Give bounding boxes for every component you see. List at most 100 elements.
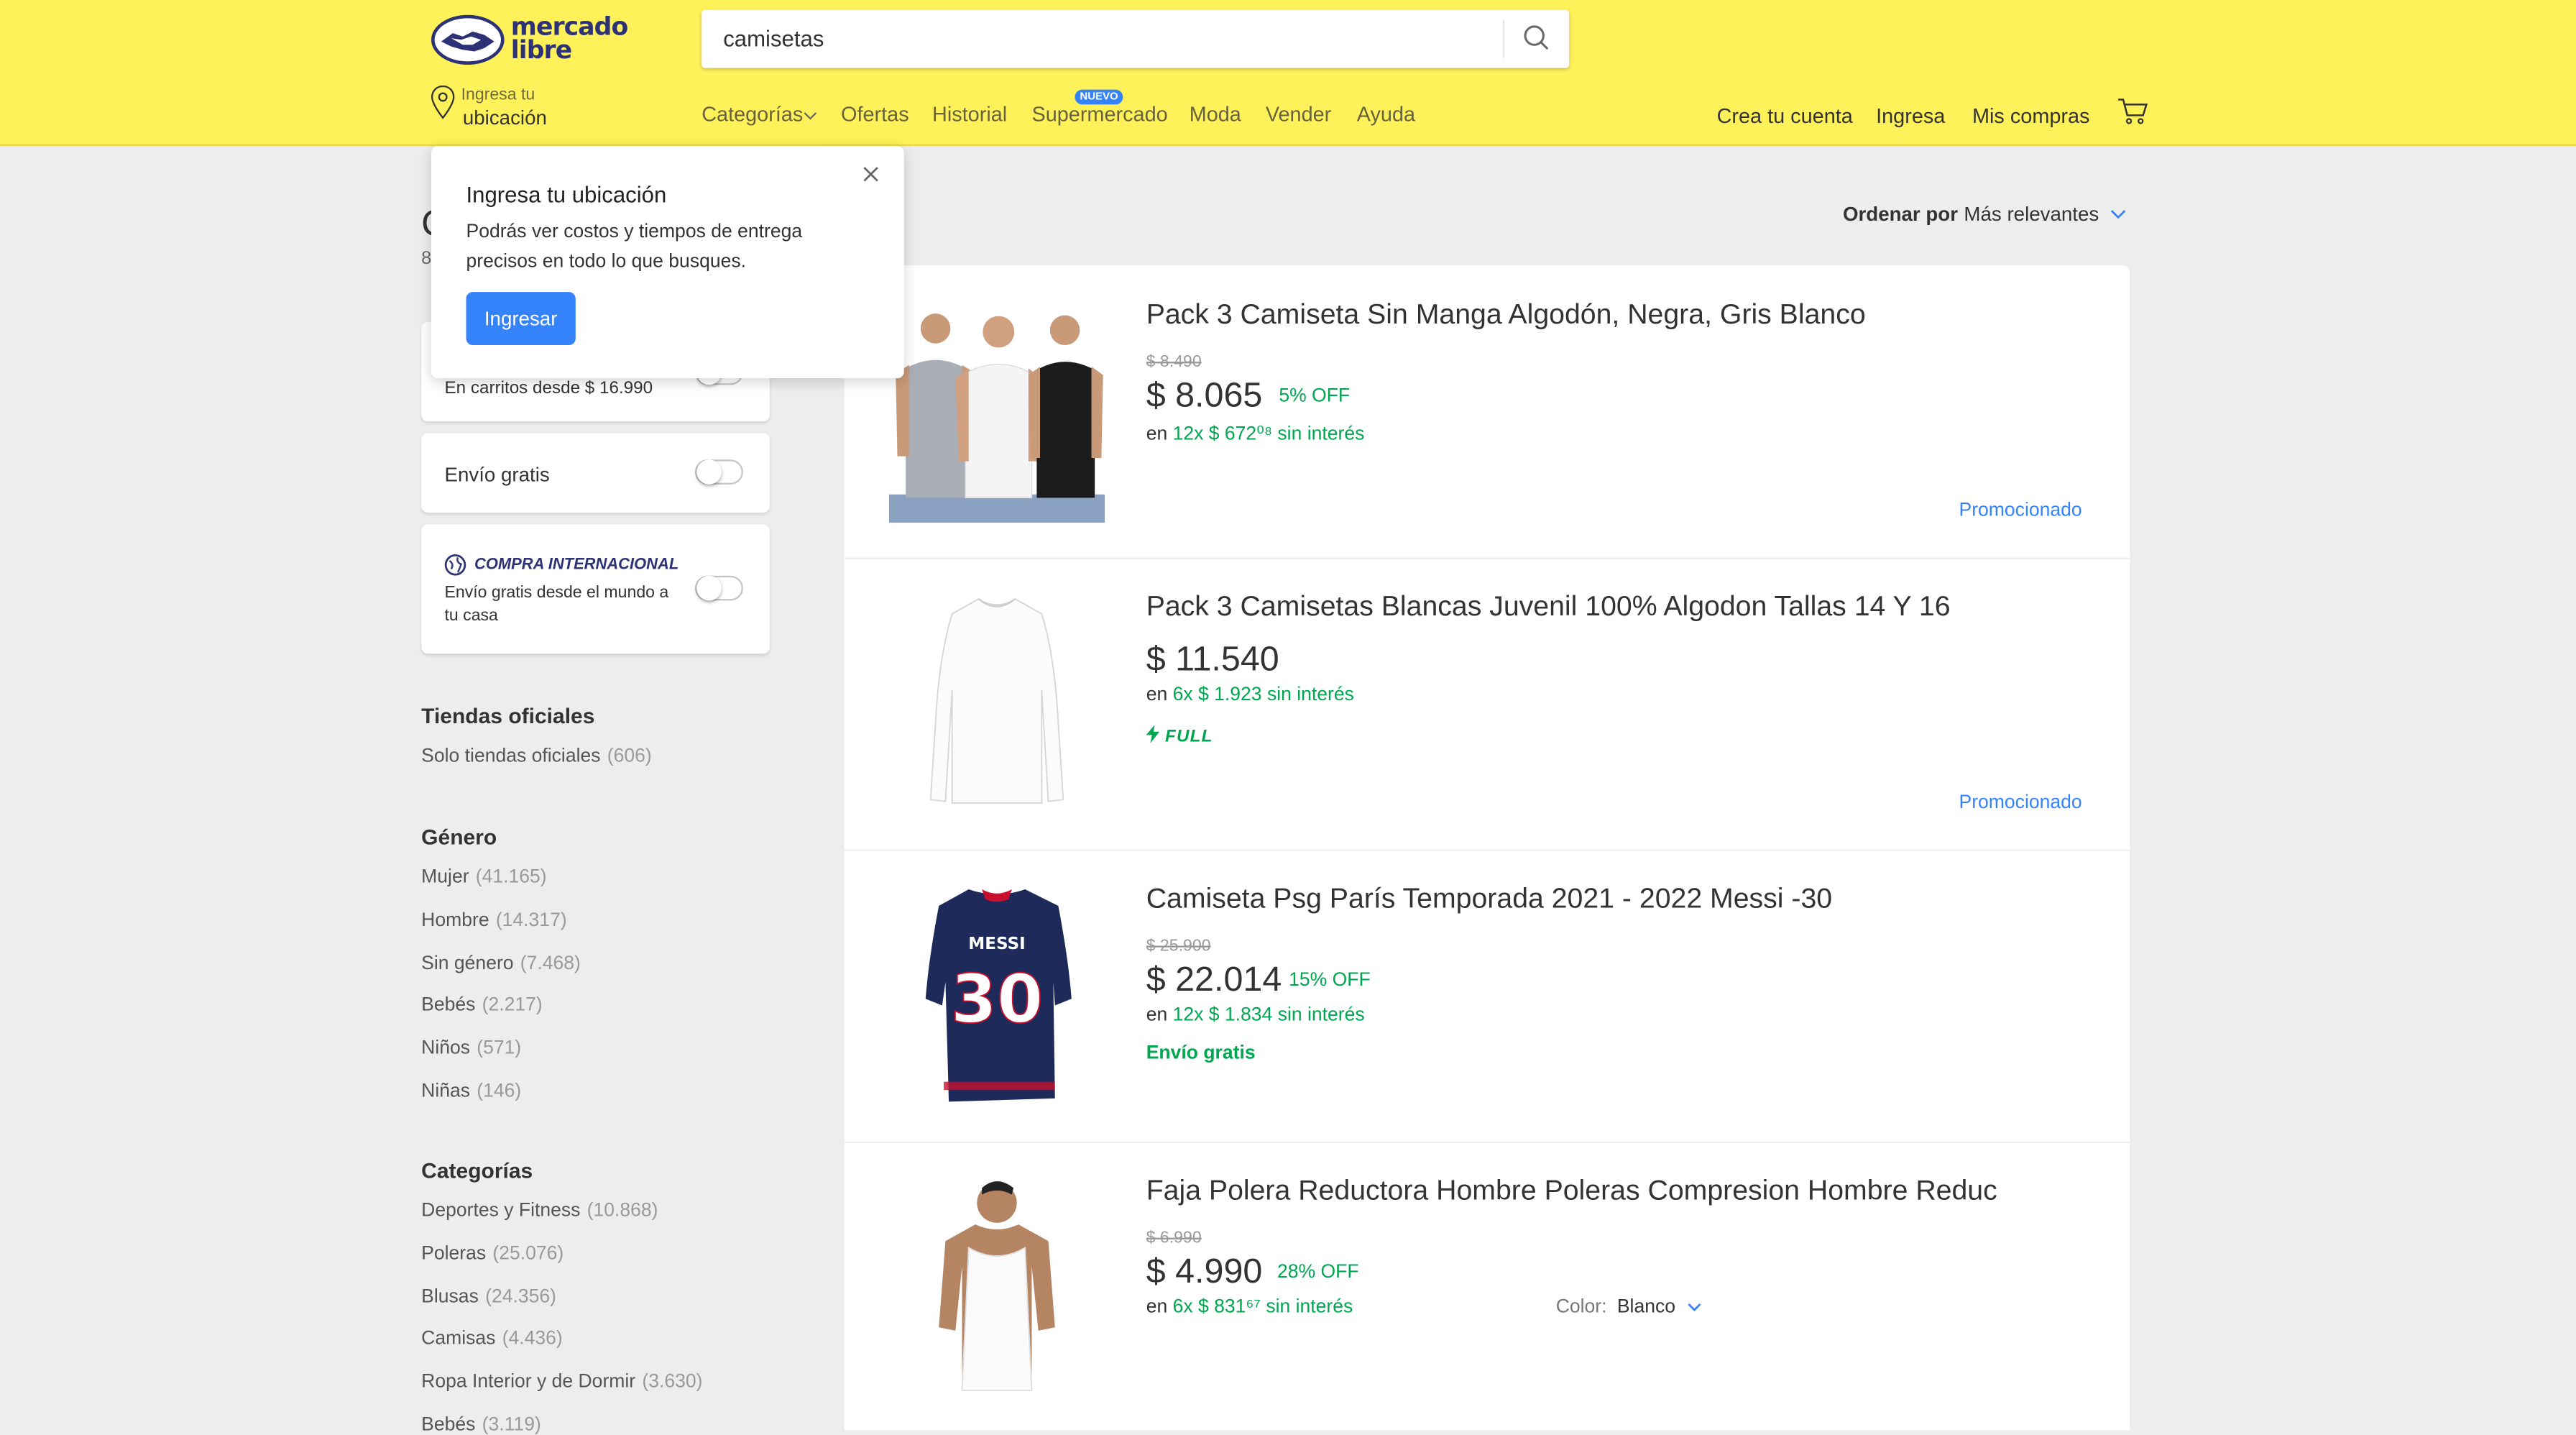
discount-badge: 5% OFF	[1279, 386, 1351, 407]
filter-label: Sin género	[421, 953, 514, 974]
filter-item[interactable]: Niños (571)	[421, 1039, 521, 1059]
promoted-label: Promocionado	[1959, 500, 2082, 521]
list-item[interactable]: Faja Polera Reductora Hombre Poleras Com…	[845, 1142, 2130, 1431]
location-selector[interactable]: Ingresa tu ubicación	[428, 83, 627, 132]
handshake-logo-icon	[431, 14, 505, 65]
old-price: $ 6.990	[1146, 1229, 1202, 1248]
filter-item[interactable]: Bebés (3.119)	[421, 1416, 541, 1435]
filter-item[interactable]: Sin género (7.468)	[421, 954, 581, 974]
filter-item[interactable]: Deportes y Fitness (10.868)	[421, 1201, 658, 1221]
installments-prefix: en	[1146, 1297, 1168, 1318]
my-purchases-link[interactable]: Mis compras	[1972, 104, 2089, 127]
filter-item[interactable]: Blusas (24.356)	[421, 1288, 556, 1308]
filter-count: (571)	[477, 1038, 522, 1059]
old-price: $ 25.900	[1146, 937, 1211, 956]
filter-item[interactable]: Mujer (41.165)	[421, 868, 546, 888]
product-title[interactable]: Pack 3 Camisetas Blancas Juvenil 100% Al…	[1146, 591, 1951, 624]
nav-moda[interactable]: Moda	[1190, 103, 1241, 126]
carritos-text: En carritos desde $ 16.990	[444, 378, 653, 398]
nav-vender[interactable]: Vender	[1266, 103, 1331, 126]
filter-item[interactable]: Camisas (4.436)	[421, 1329, 563, 1349]
product-image[interactable]: MESSI 30	[882, 882, 1112, 1107]
logo-word-2: libre	[510, 35, 572, 65]
installments-value: 12x $ 1.834 sin interés	[1172, 1005, 1365, 1026]
filter-label: Solo tiendas oficiales	[421, 746, 601, 767]
search-input[interactable]	[702, 9, 1498, 68]
discount-badge: 15% OFF	[1289, 971, 1371, 991]
product-image[interactable]	[882, 1174, 1112, 1399]
tiendas-heading: Tiendas oficiales	[421, 703, 595, 729]
nuevo-badge: NUEVO	[1075, 89, 1123, 105]
filter-label: Blusas	[421, 1287, 479, 1308]
mercadolibre-logo[interactable]: mercado libre	[430, 13, 629, 66]
login-link[interactable]: Ingresa	[1876, 104, 1945, 127]
product-title[interactable]: Faja Polera Reductora Hombre Poleras Com…	[1146, 1175, 1997, 1208]
cart-icon[interactable]	[2117, 96, 2150, 127]
chevron-down-icon	[804, 112, 817, 120]
product-image[interactable]	[882, 298, 1112, 523]
sort-label: Ordenar por	[1842, 202, 1959, 226]
filter-label: Deportes y Fitness	[421, 1201, 581, 1221]
filter-item[interactable]: Bebés (2.217)	[421, 996, 543, 1016]
filter-item[interactable]: Ropa Interior y de Dormir (3.630)	[421, 1372, 702, 1393]
nav-supermercado[interactable]: Supermercado	[1031, 103, 1167, 126]
search-icon	[1524, 25, 1549, 50]
installments: en 12x $ 672⁰⁸ sin interés	[1146, 421, 1365, 445]
full-label: FULL	[1165, 726, 1213, 747]
location-line1: Ingresa tu	[461, 86, 535, 105]
envio-gratis-toggle[interactable]	[694, 459, 743, 485]
compra-internacional-card: COMPRA INTERNACIONAL Envío gratis desde …	[421, 524, 770, 654]
filter-item[interactable]: Hombre (14.317)	[421, 911, 567, 931]
filter-count: (3.119)	[482, 1415, 541, 1435]
filter-count: (14.317)	[495, 910, 567, 931]
close-icon[interactable]	[861, 164, 881, 184]
filter-count: (10.868)	[586, 1201, 658, 1221]
filter-count: (2.217)	[482, 995, 543, 1016]
installments-prefix: en	[1146, 1005, 1168, 1026]
compra-internacional-title: COMPRA INTERNACIONAL	[474, 556, 679, 574]
filter-label: Niños	[421, 1038, 471, 1059]
compra-internacional-toggle[interactable]	[694, 575, 743, 601]
filter-label: Niñas	[421, 1081, 471, 1102]
filter-count: (41.165)	[475, 867, 547, 888]
product-price: $ 4.990	[1146, 1252, 1263, 1291]
product-price: $ 8.065	[1146, 376, 1263, 415]
product-title[interactable]: Pack 3 Camiseta Sin Manga Algodón, Negra…	[1146, 298, 1866, 331]
installments-value: 6x $ 1.923 sin interés	[1172, 685, 1354, 705]
list-item[interactable]: Pack 3 Camisetas Blancas Juvenil 100% Al…	[844, 557, 2130, 851]
installments-value: 12x $ 672⁰⁸ sin interés	[1172, 424, 1365, 445]
color-label: Color:	[1555, 1297, 1607, 1318]
color-selector[interactable]: Color: Blanco	[1555, 1297, 1703, 1318]
search-button[interactable]	[1513, 20, 1560, 58]
popup-title: Ingresa tu ubicación	[466, 182, 667, 208]
nav-categorias[interactable]: Categorías	[702, 103, 803, 126]
list-item[interactable]: Pack 3 Camiseta Sin Manga Algodón, Negra…	[844, 265, 2130, 559]
list-item[interactable]: MESSI 30 Camiseta Psg París Temporada 20…	[844, 850, 2130, 1144]
filter-count: (25.076)	[492, 1244, 564, 1265]
filter-label: Mujer	[421, 867, 469, 888]
full-badge: FULL	[1146, 725, 1213, 747]
installments-prefix: en	[1146, 424, 1168, 445]
discount-badge: 28% OFF	[1277, 1262, 1359, 1283]
nav-ofertas[interactable]: Ofertas	[841, 103, 909, 126]
product-image[interactable]	[882, 590, 1112, 815]
filter-count: (606)	[607, 746, 652, 767]
sort-dropdown[interactable]: Más relevantes	[1964, 203, 2099, 226]
nav-historial[interactable]: Historial	[932, 103, 1007, 126]
filter-item[interactable]: Niñas (146)	[421, 1082, 521, 1102]
nav-ayuda[interactable]: Ayuda	[1357, 103, 1415, 126]
search-divider	[1502, 19, 1505, 58]
create-account-link[interactable]: Crea tu cuenta	[1717, 104, 1853, 127]
filter-label: Ropa Interior y de Dormir	[421, 1372, 636, 1393]
chevron-down-icon[interactable]	[2110, 209, 2127, 221]
filter-item[interactable]: Poleras (25.076)	[421, 1244, 564, 1265]
product-title[interactable]: Camiseta Psg París Temporada 2021 - 2022…	[1146, 883, 1832, 916]
lightning-icon	[1146, 725, 1160, 743]
envio-gratis-label: Envío gratis	[444, 462, 550, 487]
compra-internacional-text: Envío gratis desde el mundo a tu casa	[444, 584, 669, 625]
filter-count: (3.630)	[642, 1372, 703, 1393]
ingresar-button[interactable]: Ingresar	[466, 292, 576, 346]
color-value: Blanco	[1616, 1297, 1676, 1318]
filter-item[interactable]: Solo tiendas oficiales (606)	[421, 747, 652, 767]
location-line2: ubicación	[462, 106, 547, 130]
